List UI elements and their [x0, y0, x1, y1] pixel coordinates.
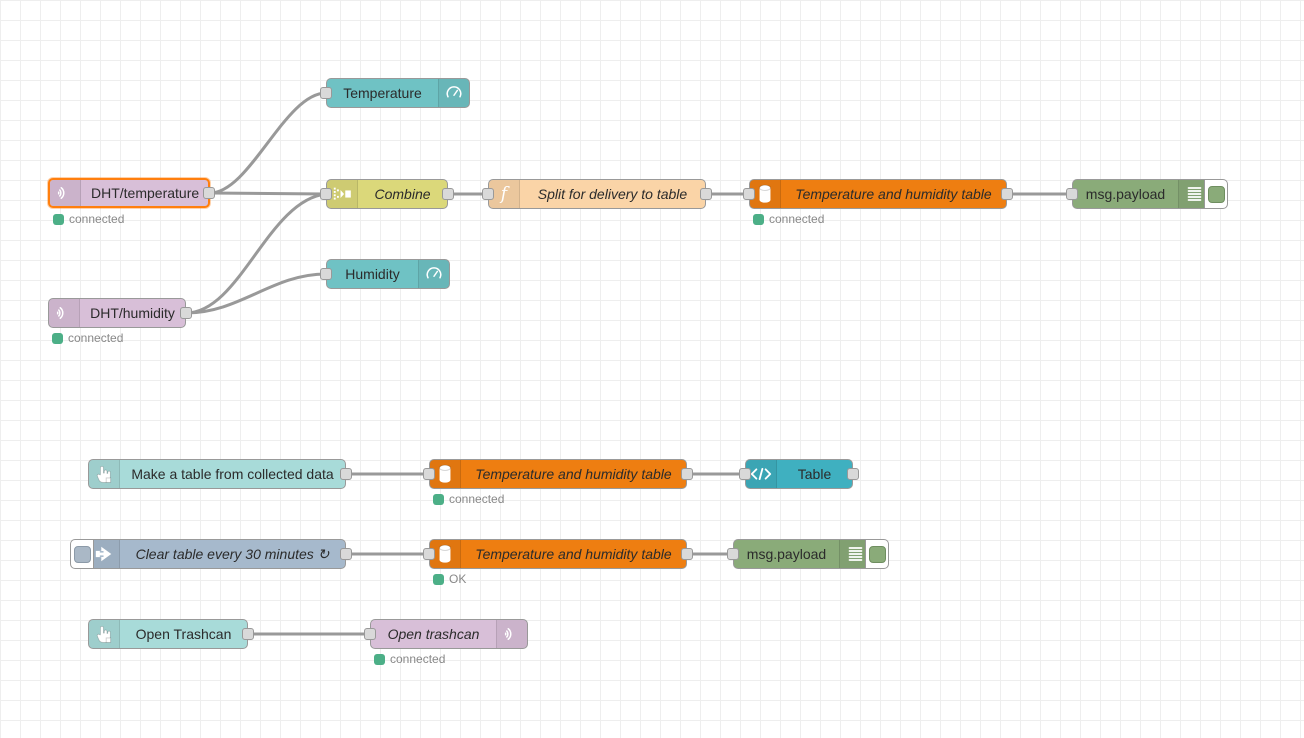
- node-inject-open-trashcan[interactable]: Open Trashcan: [88, 619, 254, 649]
- node-inject-make-table[interactable]: Make a table from collected data: [88, 459, 352, 489]
- node-label: msg.payload: [1085, 186, 1166, 202]
- status-text: connected: [449, 492, 505, 506]
- wire[interactable]: [184, 272, 328, 315]
- input-port[interactable]: [320, 188, 332, 200]
- node-inject-clear-table[interactable]: Clear table every 30 minutes ↻: [70, 539, 352, 569]
- input-port[interactable]: [739, 468, 751, 480]
- node-label: Table: [797, 466, 832, 482]
- node-label: Open trashcan: [387, 626, 480, 642]
- wire[interactable]: [184, 192, 328, 315]
- node-status: connected: [433, 492, 504, 506]
- status-text: OK: [449, 572, 467, 586]
- status-text: connected: [68, 331, 124, 345]
- hand-pointer-icon: [89, 620, 120, 648]
- output-port[interactable]: [242, 628, 254, 640]
- input-port[interactable]: [423, 548, 435, 560]
- node-status: connected: [374, 652, 445, 666]
- node-gauge-temperature[interactable]: Temperature: [320, 78, 470, 108]
- inject-trigger-button[interactable]: [70, 539, 94, 569]
- inject-trigger-indicator: [73, 545, 91, 563]
- status-text: connected: [69, 212, 125, 226]
- input-port[interactable]: [743, 188, 755, 200]
- node-label: Clear table every 30 minutes ↻: [135, 545, 330, 562]
- hand-pointer-icon: [89, 460, 120, 488]
- status-dot-icon: [433, 573, 444, 585]
- status-dot-icon: [753, 213, 764, 225]
- debug-toggle-indicator: [1207, 185, 1225, 203]
- gauge-icon: [418, 260, 449, 288]
- node-mqtt-out-trashcan[interactable]: Open trashcan connected: [364, 619, 528, 666]
- output-port[interactable]: [442, 188, 454, 200]
- node-db-table-mid[interactable]: Temperature and humidity table connected: [423, 459, 693, 506]
- signal-icon: [496, 620, 527, 648]
- input-port[interactable]: [364, 628, 376, 640]
- status-dot-icon: [53, 213, 64, 225]
- node-label: Temperature and humidity table: [795, 186, 992, 202]
- node-debug-clear[interactable]: msg.payload: [727, 539, 889, 569]
- output-port[interactable]: [1001, 188, 1013, 200]
- debug-toggle-indicator: [868, 545, 886, 563]
- input-port[interactable]: [320, 268, 332, 280]
- output-port[interactable]: [681, 548, 693, 560]
- signal-icon: [50, 180, 81, 206]
- output-port[interactable]: [203, 187, 215, 199]
- wire[interactable]: [208, 191, 328, 196]
- output-port[interactable]: [847, 468, 859, 480]
- node-status: connected: [52, 331, 123, 345]
- signal-icon: [49, 299, 80, 327]
- node-gauge-humidity[interactable]: Humidity: [320, 259, 450, 289]
- status-text: connected: [769, 212, 825, 226]
- node-db-table-top[interactable]: Temperature and humidity table connected: [743, 179, 1013, 226]
- node-label: Split for delivery to table: [537, 186, 688, 202]
- node-status: OK: [433, 572, 466, 586]
- status-text: connected: [390, 652, 446, 666]
- node-label: Open Trashcan: [135, 626, 232, 642]
- debug-toggle-button[interactable]: [1204, 179, 1228, 209]
- input-port[interactable]: [1066, 188, 1078, 200]
- output-port[interactable]: [340, 468, 352, 480]
- status-dot-icon: [374, 653, 385, 665]
- node-mqtt-in-humidity[interactable]: DHT/humidity connected: [48, 298, 192, 345]
- node-mqtt-in-temperature[interactable]: DHT/temperature connected: [48, 178, 215, 226]
- node-label: DHT/humidity: [90, 305, 175, 321]
- status-dot-icon: [433, 493, 444, 505]
- gauge-icon: [438, 79, 469, 107]
- node-label: Combine: [374, 186, 431, 202]
- output-port[interactable]: [340, 548, 352, 560]
- output-port[interactable]: [681, 468, 693, 480]
- output-port[interactable]: [700, 188, 712, 200]
- node-status: connected: [53, 212, 124, 226]
- node-label: Make a table from collected data: [131, 466, 334, 482]
- node-label: DHT/temperature: [91, 185, 200, 201]
- input-port[interactable]: [320, 87, 332, 99]
- output-port[interactable]: [180, 307, 192, 319]
- wire[interactable]: [208, 91, 328, 195]
- flow-canvas[interactable]: Temperature DHT/temperature connected Combi…: [0, 0, 1304, 738]
- node-label: Humidity: [345, 266, 400, 282]
- node-label: Temperature: [343, 85, 422, 101]
- node-debug-top[interactable]: msg.payload: [1066, 179, 1228, 209]
- input-port[interactable]: [727, 548, 739, 560]
- node-function-split[interactable]: f Split for delivery to table: [482, 179, 712, 209]
- node-template-table[interactable]: Table: [739, 459, 859, 489]
- svg-text:f: f: [499, 184, 510, 204]
- input-port[interactable]: [482, 188, 494, 200]
- node-label: Temperature and humidity table: [475, 466, 672, 482]
- node-status: connected: [753, 212, 824, 226]
- debug-toggle-button[interactable]: [865, 539, 889, 569]
- status-dot-icon: [52, 332, 63, 344]
- node-db-table-clear[interactable]: Temperature and humidity table OK: [423, 539, 693, 586]
- node-label: msg.payload: [746, 546, 827, 562]
- input-port[interactable]: [423, 468, 435, 480]
- node-label: Temperature and humidity table: [475, 546, 672, 562]
- node-join-combine[interactable]: Combine: [320, 179, 454, 209]
